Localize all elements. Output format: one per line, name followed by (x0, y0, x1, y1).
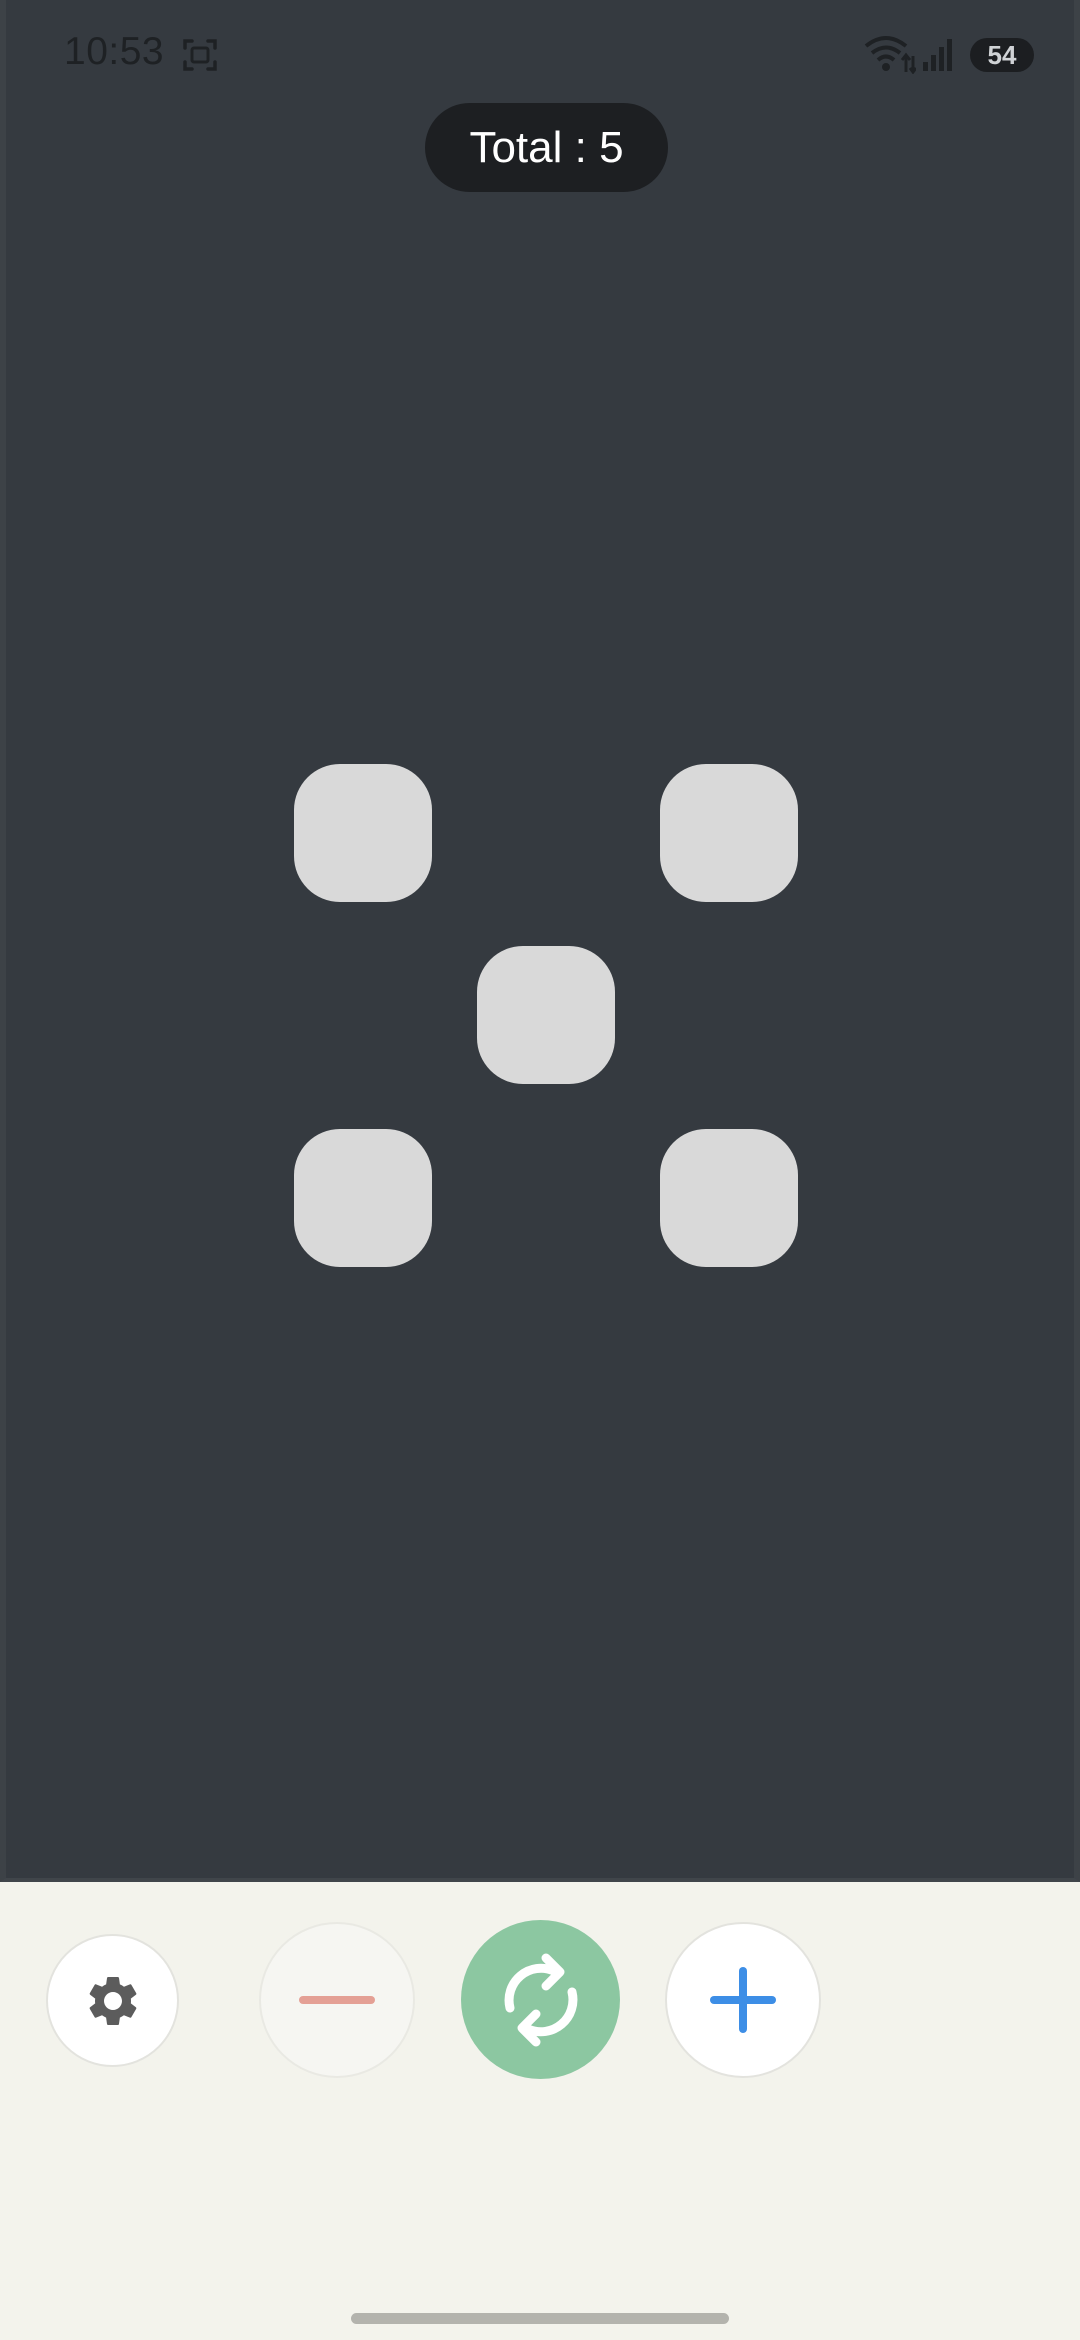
control-bar (0, 1882, 1080, 2340)
die-top-right[interactable] (660, 764, 798, 902)
wifi-icon (864, 34, 918, 75)
total-score: Total : 5 (425, 103, 668, 192)
die-bottom-left[interactable] (294, 1129, 432, 1267)
signal-icon (922, 36, 958, 72)
die-top-left[interactable] (294, 764, 432, 902)
roll-button[interactable] (461, 1920, 620, 2079)
settings-button[interactable] (46, 1934, 179, 2067)
status-bar: 10:53 54 (6, 0, 1080, 110)
die-bottom-right[interactable] (660, 1129, 798, 1267)
die-center[interactable] (477, 946, 615, 1084)
status-time: 10:53 (64, 30, 165, 73)
refresh-icon (504, 1953, 577, 2046)
home-indicator[interactable] (351, 2313, 729, 2324)
add-die-button[interactable] (665, 1922, 821, 2078)
dice-board: 10:53 54 Total: 5 (0, 0, 1080, 1882)
plus-icon (710, 1967, 776, 2033)
minus-icon (299, 1996, 375, 2004)
gear-icon (89, 1976, 136, 2025)
remove-die-button[interactable] (259, 1922, 415, 2078)
battery-indicator: 54 (970, 38, 1034, 72)
screenshot-icon (182, 38, 218, 72)
